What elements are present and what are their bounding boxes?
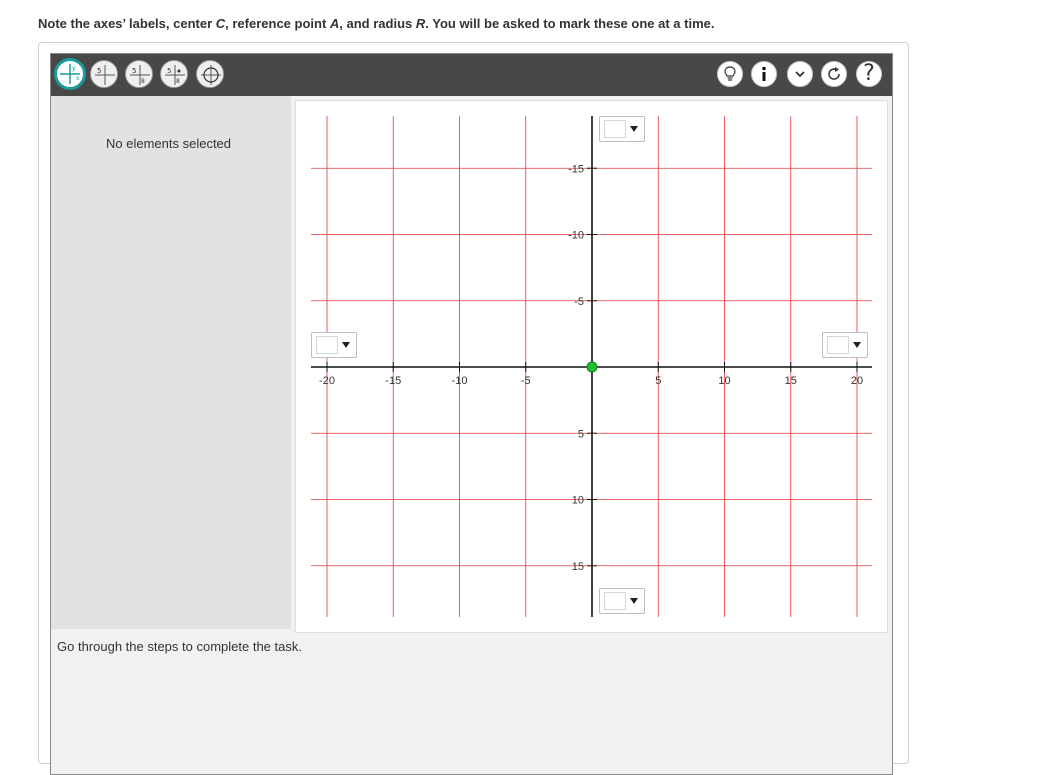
svg-text:8: 8 bbox=[176, 78, 180, 85]
y-tick-label: -10 bbox=[568, 230, 584, 242]
x-axis-left-label-dropdown[interactable] bbox=[311, 332, 357, 358]
chevron-down-icon[interactable] bbox=[787, 61, 813, 87]
circle-tool-icon[interactable] bbox=[196, 60, 224, 88]
svg-text:8: 8 bbox=[141, 78, 145, 85]
x-tick-label: -15 bbox=[385, 375, 401, 387]
svg-text:5: 5 bbox=[132, 67, 136, 75]
toolbar: yx 5 58 58 ? bbox=[51, 54, 892, 96]
y-tick-label: 5 bbox=[578, 428, 584, 440]
help-icon: ? bbox=[863, 61, 875, 86]
x-tick-label: -10 bbox=[452, 375, 468, 387]
y-axis-bottom-label-dropdown[interactable] bbox=[599, 588, 645, 614]
x-tick-label: 10 bbox=[718, 375, 730, 387]
svg-text:5: 5 bbox=[97, 67, 101, 75]
y-tick-label: 10 bbox=[572, 495, 584, 507]
graphing-app: yx 5 58 58 ? No elements selected -20 -1… bbox=[50, 53, 893, 775]
x-axis-right-label-dropdown[interactable] bbox=[822, 332, 868, 358]
no-selection-text: No elements selected bbox=[106, 136, 232, 151]
svg-text:5: 5 bbox=[167, 67, 171, 75]
caret-down-icon bbox=[630, 598, 638, 604]
y-tick-label: -15 bbox=[568, 163, 584, 175]
caret-down-icon bbox=[630, 126, 638, 132]
center-tool-icon[interactable]: 58 bbox=[160, 60, 188, 88]
instruction-text: Note the axes’ labels, center C, referen… bbox=[38, 16, 715, 31]
caret-down-icon bbox=[853, 342, 861, 348]
svg-text:y: y bbox=[72, 65, 76, 72]
y-tick-label: 15 bbox=[572, 561, 584, 573]
coordinate-grid[interactable]: -20 -15 -10 -5 5 10 15 20 -15 -10 -5 5 10 15 bbox=[296, 101, 887, 632]
y-tick-label: -5 bbox=[574, 296, 584, 308]
graph-board[interactable]: -20 -15 -10 -5 5 10 15 20 -15 -10 -5 5 10 15 bbox=[295, 100, 888, 633]
side-panel: No elements selected bbox=[51, 96, 291, 629]
axes-tool-icon[interactable]: yx bbox=[54, 58, 86, 90]
help-button[interactable]: ? bbox=[856, 61, 882, 87]
hint-lightbulb-icon[interactable] bbox=[717, 61, 743, 87]
status-text: Go through the steps to complete the tas… bbox=[57, 639, 302, 654]
label-x-tool-icon[interactable]: 5 bbox=[90, 60, 118, 88]
info-icon[interactable] bbox=[751, 61, 777, 87]
x-tick-label: -20 bbox=[319, 375, 335, 387]
reset-icon[interactable] bbox=[821, 61, 847, 87]
x-tick-label: 20 bbox=[851, 375, 863, 387]
x-tick-label: 5 bbox=[655, 375, 661, 387]
x-tick-label: 15 bbox=[785, 375, 797, 387]
origin-point[interactable] bbox=[586, 361, 598, 373]
x-tick-label: -5 bbox=[521, 375, 531, 387]
svg-text:x: x bbox=[76, 75, 80, 82]
label-y-tool-icon[interactable]: 58 bbox=[125, 60, 153, 88]
caret-down-icon bbox=[342, 342, 350, 348]
y-axis-top-label-dropdown[interactable] bbox=[599, 116, 645, 142]
